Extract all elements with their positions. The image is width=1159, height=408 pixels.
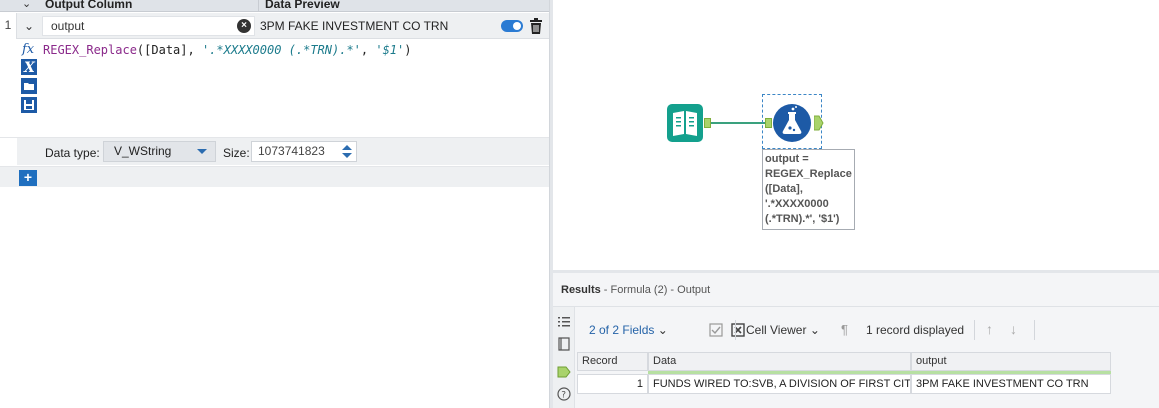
add-formula-row: + — [0, 166, 549, 187]
output-column-header: Output Column — [45, 0, 133, 11]
formula-expression[interactable]: REGEX_Replace([Data], '.*XXXX0000 (.*TRN… — [43, 43, 412, 57]
annotation-line: (.*TRN).*', '$1') — [765, 213, 840, 225]
data-type-value: V_WString — [114, 144, 172, 158]
collapse-all-chevron-icon[interactable]: ⌄ — [22, 0, 36, 11]
checklist-icon[interactable] — [709, 323, 723, 337]
record-count: 1 record displayed — [866, 323, 965, 337]
cell-viewer-label: Cell Viewer — [746, 323, 807, 337]
functions-fx-icon[interactable]: fx — [21, 40, 37, 56]
variables-x-icon[interactable]: X — [21, 59, 37, 75]
column-header-label: output — [916, 355, 947, 367]
formula-enable-toggle[interactable] — [501, 20, 523, 32]
svg-text:?: ? — [561, 391, 566, 401]
results-title-rest: - Formula (2) - Output — [600, 284, 711, 296]
results-sidebar: ? — [553, 307, 575, 408]
data-type-row: Data type: V_WString Size: 1073741823 — [0, 137, 549, 166]
svg-text:fx: fx — [21, 42, 35, 56]
column-header-output[interactable]: output — [911, 352, 1111, 374]
cell-viewer-chevron-icon: ⌄ — [809, 323, 820, 337]
expr-replacement: '$1' — [375, 43, 405, 57]
arrow-down-icon[interactable]: ↓ — [1010, 321, 1017, 337]
formula-config-panel: ⌄ Output Column Data Preview 1 ⌄ output … — [0, 0, 549, 408]
results-title-bold: Results — [561, 284, 601, 296]
toolbar-separator — [1034, 320, 1035, 340]
formula-tool-output-anchor[interactable] — [814, 115, 824, 131]
formula-row: 1 ⌄ output × 3PM FAKE INVESTMENT CO TRN — [0, 13, 549, 39]
save-disk-icon[interactable] — [21, 97, 37, 113]
data-type-label: Data type: — [45, 146, 100, 160]
data-type-select[interactable]: V_WString — [103, 141, 216, 162]
column-header-bar: ⌄ Output Column Data Preview — [0, 0, 549, 12]
expr-pattern: '.*XXXX0000 (.*TRN).*' — [201, 43, 361, 57]
deselect-x-icon[interactable] — [731, 323, 745, 337]
cell-data[interactable]: FUNDS WIRED TO:SVB, A DIVISION OF FIRST … — [648, 374, 911, 394]
cell-record[interactable]: 1 — [577, 374, 648, 394]
message-flag-icon[interactable] — [557, 337, 571, 351]
column-header-label: Record — [582, 355, 618, 367]
output-column-field[interactable]: output — [42, 16, 255, 36]
annotation-line: output = — [765, 153, 809, 165]
size-input[interactable]: 1073741823 — [251, 141, 357, 162]
workflow-canvas[interactable]: output = REGEX_Replace ([Data], '.*XXXX0… — [553, 0, 1159, 270]
input-tool-output-anchor[interactable] — [704, 118, 711, 128]
help-icon[interactable]: ? — [557, 387, 571, 401]
data-preview-value: 3PM FAKE INVESTMENT CO TRN — [260, 19, 449, 33]
cell-viewer-selector[interactable]: Cell Viewer ⌄ — [746, 323, 820, 337]
row-gutter — [0, 138, 17, 166]
column-header-record[interactable]: Record — [577, 352, 648, 371]
svg-text:X: X — [23, 60, 36, 75]
size-value: 1073741823 — [258, 144, 325, 158]
pilcrow-icon[interactable]: ¶ — [841, 322, 848, 337]
expression-editor[interactable]: fx X REGEX_Replace([Data], '.*XXXX0000 (… — [0, 40, 549, 137]
trash-icon[interactable] — [529, 18, 543, 34]
arrow-up-icon[interactable]: ↑ — [986, 321, 993, 337]
header-separator — [258, 0, 259, 11]
connection-line[interactable] — [711, 122, 767, 124]
annotation-line: ([Data], — [765, 183, 803, 195]
add-formula-button[interactable]: + — [19, 170, 37, 186]
expr-function: REGEX_Replace — [43, 43, 137, 57]
clear-field-icon[interactable]: × — [237, 19, 251, 33]
toolbar-separator — [974, 320, 975, 340]
results-toolbar: 2 of 2 Fields ⌄ Cell Viewer ⌄ ¶ 1 record… — [577, 313, 1159, 345]
expr-close: ) — [404, 43, 412, 57]
annotation-line: REGEX_Replace — [765, 168, 852, 180]
row-collapse-chevron-icon[interactable]: ⌄ — [21, 18, 37, 34]
output-anchor-tab-icon[interactable] — [557, 365, 571, 379]
size-label: Size: — [223, 146, 250, 160]
results-title: Results - Formula (2) - Output — [561, 284, 710, 296]
size-spinner-icon[interactable] — [340, 143, 354, 160]
toggle-knob — [513, 22, 521, 30]
open-folder-icon[interactable] — [21, 78, 37, 94]
fields-chevron-icon: ⌄ — [657, 323, 668, 337]
dropdown-caret-icon — [197, 149, 207, 154]
expr-open: ([Data], — [136, 43, 202, 57]
input-data-tool-icon[interactable] — [667, 104, 703, 142]
list-view-icon[interactable] — [557, 315, 571, 329]
cell-output[interactable]: 3PM FAKE INVESTMENT CO TRN — [911, 374, 1111, 394]
toolbar-separator — [735, 320, 736, 340]
fields-selector[interactable]: 2 of 2 Fields ⌄ — [589, 323, 668, 337]
row-index: 1 — [0, 13, 17, 39]
data-preview-header: Data Preview — [265, 0, 340, 11]
column-header-label: Data — [653, 355, 677, 367]
expr-comma: , — [360, 43, 376, 57]
tool-annotation: output = REGEX_Replace ([Data], '.*XXXX0… — [762, 149, 855, 230]
results-panel: Results - Formula (2) - Output ? 2 of 2 … — [553, 273, 1159, 408]
formula-flask-icon[interactable] — [772, 103, 812, 143]
annotation-line: '.*XXXX0000 — [765, 198, 829, 210]
fields-label: 2 of 2 Fields — [589, 323, 655, 337]
results-divider — [553, 306, 1159, 307]
column-header-data[interactable]: Data — [648, 352, 911, 374]
